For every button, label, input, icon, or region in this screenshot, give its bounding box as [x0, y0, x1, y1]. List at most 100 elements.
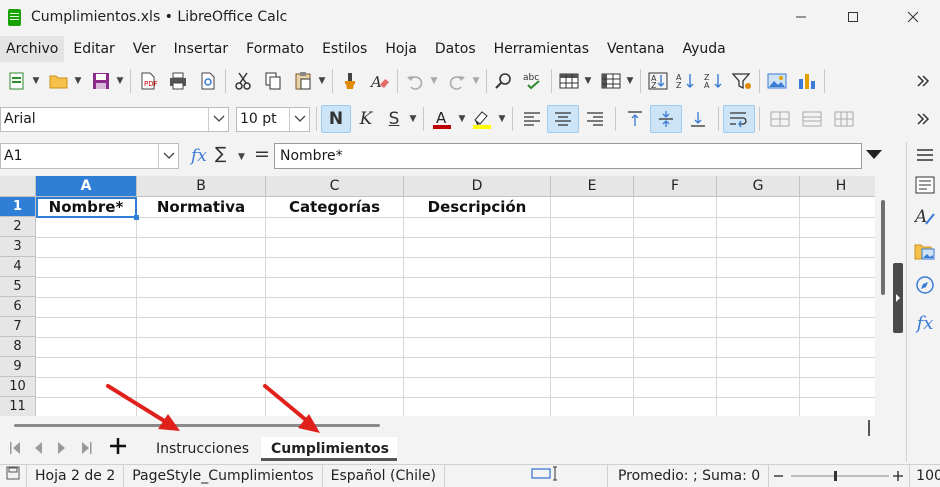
language-status[interactable]: Español (Chile) — [323, 464, 445, 487]
row-header-10[interactable]: 10 — [0, 377, 36, 397]
row-header-9[interactable]: 9 — [0, 357, 36, 377]
sort-ascending-button[interactable]: AZ — [673, 67, 699, 95]
row-header-8[interactable]: 8 — [0, 337, 36, 357]
insert-chart-button[interactable] — [794, 67, 820, 95]
font-size-box[interactable]: 10 pt — [236, 106, 310, 132]
align-bottom-button[interactable] — [682, 105, 714, 133]
sidebar-menu-button[interactable] — [914, 144, 936, 166]
redo-button[interactable] — [444, 67, 470, 95]
sort-descending-button[interactable]: ZA — [701, 67, 727, 95]
undo-button[interactable] — [402, 67, 428, 95]
select-all-corner[interactable] — [0, 176, 36, 197]
menu-archivo[interactable]: Archivo — [0, 36, 65, 62]
print-preview-button[interactable] — [195, 67, 221, 95]
cell-d1[interactable]: Descripción — [404, 197, 550, 217]
wrap-text-button[interactable] — [723, 105, 755, 133]
redo-dropdown[interactable]: ▼ — [470, 67, 482, 95]
column-button[interactable] — [598, 67, 624, 95]
menu-hoja[interactable]: Hoja — [376, 36, 426, 62]
copy-button[interactable] — [260, 67, 286, 95]
cell-b1[interactable]: Normativa — [137, 197, 265, 217]
unmerge-cells-button[interactable] — [828, 105, 860, 133]
previous-sheet-button[interactable] — [33, 441, 43, 458]
highlight-button[interactable] — [468, 105, 496, 133]
navigator-button[interactable] — [914, 274, 936, 296]
new-dropdown[interactable]: ▼ — [30, 67, 42, 95]
column-header-f[interactable]: F — [634, 176, 717, 197]
sheet-position[interactable]: Hoja 2 de 2 — [27, 464, 125, 487]
autofilter-button[interactable] — [729, 67, 755, 95]
undo-dropdown[interactable]: ▼ — [428, 67, 440, 95]
last-sheet-button[interactable] — [81, 441, 93, 458]
menu-editar[interactable]: Editar — [64, 36, 123, 62]
menu-ver[interactable]: Ver — [124, 36, 165, 62]
functions-button[interactable]: fx — [914, 312, 936, 334]
row-header-7[interactable]: 7 — [0, 317, 36, 337]
row-header-6[interactable]: 6 — [0, 297, 36, 317]
save-button[interactable] — [88, 67, 114, 95]
cell-c1[interactable]: Categorías — [266, 197, 403, 217]
spreadsheet-grid[interactable]: A B C D E F G H 1 2 3 4 5 6 7 8 9 10 11 … — [0, 176, 875, 416]
sidebar-toggle-handle[interactable] — [893, 263, 903, 333]
gallery-button[interactable] — [914, 240, 936, 262]
add-sheet-button[interactable] — [108, 434, 128, 462]
font-size-dropdown[interactable] — [289, 107, 309, 131]
zoom-slider[interactable] — [769, 465, 909, 487]
center-vertically-button[interactable] — [650, 105, 682, 133]
styles-button[interactable]: A — [914, 206, 936, 228]
selection-mode-button[interactable] — [445, 465, 567, 487]
sum-average-status[interactable]: Promedio: ; Suma: 0 — [606, 464, 770, 487]
menu-estilos[interactable]: Estilos — [313, 36, 376, 62]
next-sheet-button[interactable] — [57, 441, 67, 458]
toolbar-overflow-button[interactable] — [910, 67, 936, 95]
font-name-dropdown[interactable] — [208, 107, 228, 131]
menu-insertar[interactable]: Insertar — [165, 36, 238, 62]
menu-datos[interactable]: Datos — [426, 36, 485, 62]
column-header-d[interactable]: D — [404, 176, 551, 197]
menu-ayuda[interactable]: Ayuda — [674, 36, 735, 62]
menu-herramientas[interactable]: Herramientas — [485, 36, 598, 62]
row-header-1[interactable]: 1 — [0, 197, 36, 217]
column-dropdown[interactable]: ▼ — [624, 67, 636, 95]
paste-button[interactable] — [290, 67, 316, 95]
merge-cells-button[interactable] — [764, 105, 796, 133]
merge-center-button[interactable] — [796, 105, 828, 133]
new-button[interactable] — [4, 67, 30, 95]
export-pdf-button[interactable]: PDF — [135, 67, 161, 95]
row-header-3[interactable]: 3 — [0, 237, 36, 257]
save-dropdown[interactable]: ▼ — [114, 67, 126, 95]
sheet-tab-instrucciones[interactable]: Instrucciones — [146, 437, 259, 461]
clear-formatting-button[interactable]: A — [367, 67, 393, 95]
align-right-button[interactable] — [579, 105, 611, 133]
highlight-dropdown[interactable]: ▼ — [496, 105, 508, 133]
bold-button[interactable]: N — [321, 105, 351, 133]
row-button[interactable] — [556, 67, 582, 95]
spelling-button[interactable]: abc — [521, 67, 547, 95]
zoom-level[interactable]: 100 % — [909, 464, 940, 487]
expand-formula-bar-icon[interactable] — [866, 150, 882, 159]
formula-button[interactable]: = — [254, 143, 270, 165]
find-replace-button[interactable] — [491, 67, 517, 95]
open-dropdown[interactable]: ▼ — [72, 67, 84, 95]
horizontal-scroll-thumb[interactable] — [14, 424, 380, 427]
row-header-4[interactable]: 4 — [0, 257, 36, 277]
name-box[interactable]: A1 — [0, 143, 179, 169]
menu-ventana[interactable]: Ventana — [598, 36, 674, 62]
print-button[interactable] — [165, 67, 191, 95]
formula-input[interactable]: Nombre* — [274, 143, 862, 169]
menu-formato[interactable]: Formato — [237, 36, 313, 62]
name-box-dropdown[interactable] — [158, 144, 178, 168]
sort-button[interactable]: AZ — [645, 67, 671, 95]
column-header-e[interactable]: E — [551, 176, 634, 197]
paste-dropdown[interactable]: ▼ — [316, 67, 328, 95]
insert-image-button[interactable] — [764, 67, 790, 95]
horizontal-scrollbar[interactable] — [0, 416, 875, 436]
page-style[interactable]: PageStyle_Cumplimientos — [124, 464, 323, 487]
underline-button[interactable]: S — [381, 105, 407, 133]
sum-dropdown[interactable]: ▼ — [238, 152, 245, 162]
italic-button[interactable]: K — [351, 105, 381, 133]
format-toolbar-overflow-button[interactable] — [910, 105, 936, 133]
column-header-g[interactable]: G — [717, 176, 800, 197]
align-center-button[interactable] — [547, 105, 579, 133]
document-modified-icon[interactable] — [0, 464, 27, 487]
